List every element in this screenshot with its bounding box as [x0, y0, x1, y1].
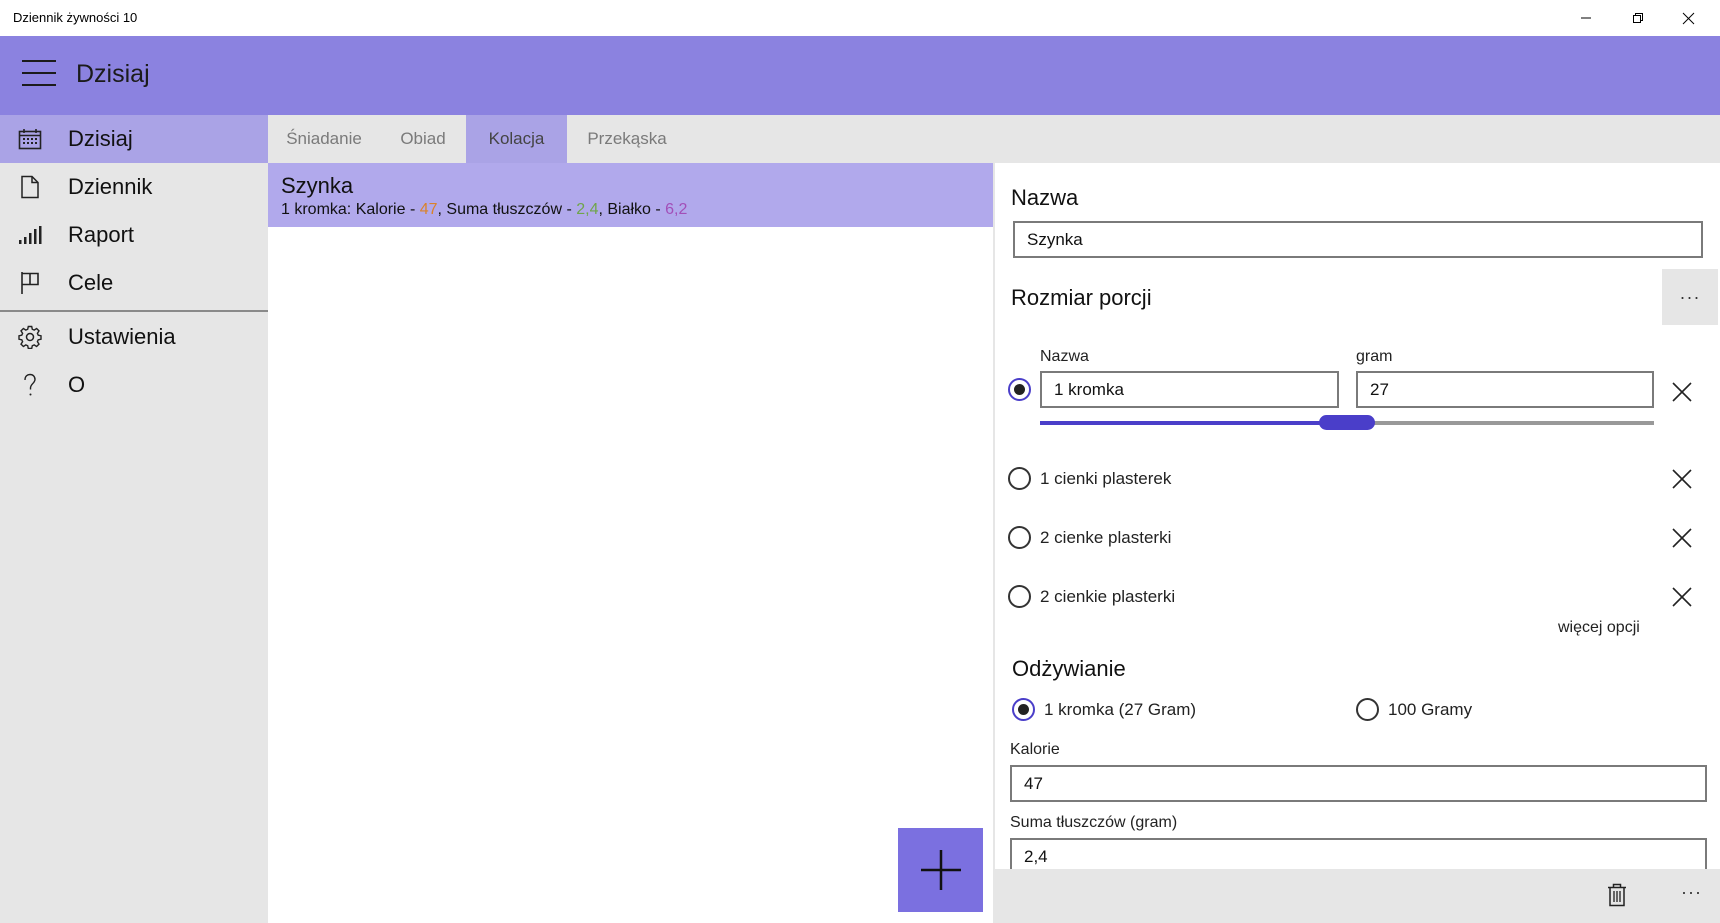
food-summary: 1 kromka: Kalorie - 47, Suma tłuszczów -…: [281, 201, 688, 218]
sidebar-item-dzisiaj[interactable]: Dzisiaj: [0, 115, 268, 163]
calories-value: 47: [419, 201, 438, 218]
portion-radio[interactable]: [1008, 467, 1031, 490]
window-title-bar: Dziennik żywności 10: [0, 0, 1720, 36]
list-item[interactable]: Szynka 1 kromka: Kalorie - 47, Suma tłus…: [268, 163, 993, 227]
tab-kolacja[interactable]: Kolacja: [466, 115, 567, 163]
tab-obiad[interactable]: Obiad: [380, 115, 466, 163]
app-header: Dzisiaj: [0, 36, 1720, 115]
remove-portion-icon[interactable]: [1671, 468, 1693, 490]
trash-icon: [1608, 883, 1626, 907]
portion-gram-input[interactable]: 27: [1356, 371, 1654, 408]
sidebar-item-o[interactable]: O: [0, 361, 268, 409]
app-title: Dziennik żywności 10: [13, 10, 138, 25]
sidebar-item-ustawienia[interactable]: Ustawienia: [0, 313, 268, 361]
minimize-button[interactable]: [1562, 0, 1610, 36]
remove-portion-icon[interactable]: [1671, 527, 1693, 549]
minimize-icon: [1581, 17, 1591, 19]
sidebar-item-label: Ustawienia: [68, 324, 176, 349]
food-list: Szynka 1 kromka: Kalorie - 47, Suma tłus…: [268, 163, 993, 923]
question-icon: [18, 373, 42, 397]
calendar-icon: [18, 127, 42, 151]
slider-fill: [1040, 421, 1347, 425]
calories-label: Kalorie: [1010, 741, 1060, 758]
nutrition-radio-100g[interactable]: [1356, 698, 1379, 721]
calories-input[interactable]: 47: [1010, 765, 1707, 802]
portion-label: 2 cienke plasterki: [1040, 528, 1172, 547]
sidebar-divider: [0, 310, 268, 312]
command-bar: ···: [993, 869, 1720, 923]
tab-przekaska[interactable]: Przekąska: [567, 115, 687, 163]
fat-label: Suma tłuszczów (gram): [1010, 814, 1178, 831]
slider-thumb[interactable]: [1319, 415, 1375, 430]
portion-name-input[interactable]: 1 kromka: [1040, 371, 1339, 408]
hamburger-icon: [22, 60, 56, 62]
more-options-link[interactable]: więcej opcji: [1558, 619, 1640, 637]
command-bar-more-button[interactable]: ···: [1681, 882, 1702, 903]
remove-portion-icon[interactable]: [1671, 381, 1693, 403]
portion-name-label: Nazwa: [1040, 348, 1089, 365]
sidebar: Dzisiaj Dziennik Raport Cele Ustawienia …: [0, 115, 268, 923]
portion-slider[interactable]: [1040, 415, 1654, 431]
sidebar-item-label: Raport: [68, 222, 135, 247]
hamburger-menu-button[interactable]: [22, 60, 56, 90]
portion-label: 2 cienkie plasterki: [1040, 587, 1176, 606]
sidebar-item-raport[interactable]: Raport: [0, 211, 268, 259]
nutrition-option-serving: 1 kromka (27 Gram): [1044, 700, 1197, 719]
fat-input[interactable]: 2,4: [1010, 838, 1707, 869]
name-heading: Nazwa: [1011, 185, 1079, 210]
sidebar-item-label: Dziennik: [68, 174, 153, 199]
sidebar-item-label: Cele: [68, 270, 114, 295]
remove-portion-icon[interactable]: [1671, 586, 1693, 608]
portion-radio[interactable]: [1008, 585, 1031, 608]
sidebar-item-cele[interactable]: Cele: [0, 259, 268, 307]
bar-chart-icon: [18, 223, 42, 247]
restore-button[interactable]: [1614, 0, 1662, 36]
close-window-button[interactable]: [1664, 0, 1712, 36]
gear-icon: [18, 325, 42, 349]
add-food-button[interactable]: [898, 828, 983, 912]
sidebar-item-label: O: [68, 372, 86, 397]
nutrition-radio-serving[interactable]: [1012, 698, 1035, 721]
portion-radio-selected[interactable]: [1008, 378, 1031, 401]
protein-value: 6,2: [665, 201, 688, 218]
portion-heading: Rozmiar porcji: [1011, 285, 1152, 310]
nutrition-option-100g: 100 Gramy: [1388, 700, 1473, 719]
flag-icon: [18, 271, 42, 295]
page-title: Dzisiaj: [76, 60, 150, 88]
plus-icon: [920, 850, 961, 890]
portion-label: 1 cienki plasterek: [1040, 469, 1172, 488]
food-title: Szynka: [281, 173, 354, 198]
tab-sniadanie[interactable]: Śniadanie: [268, 115, 380, 163]
food-detail-panel: Nazwa Szynka Rozmiar porcji ··· Nazwa gr…: [993, 163, 1720, 869]
portion-radio[interactable]: [1008, 526, 1031, 549]
fat-value: 2,4: [576, 201, 599, 218]
meal-tabs: Śniadanie Obiad Kolacja Przekąska: [268, 115, 1720, 163]
restore-icon: [1633, 13, 1643, 23]
food-name-input[interactable]: Szynka: [1013, 221, 1703, 258]
portion-more-button[interactable]: ···: [1662, 269, 1718, 325]
nutrition-heading: Odżywianie: [1012, 656, 1126, 681]
delete-button[interactable]: [1606, 883, 1630, 909]
close-icon: [1682, 12, 1694, 24]
portion-gram-label: gram: [1356, 348, 1393, 365]
sidebar-item-label: Dzisiaj: [68, 126, 133, 151]
document-icon: [18, 175, 42, 199]
sidebar-item-dziennik[interactable]: Dziennik: [0, 163, 268, 211]
